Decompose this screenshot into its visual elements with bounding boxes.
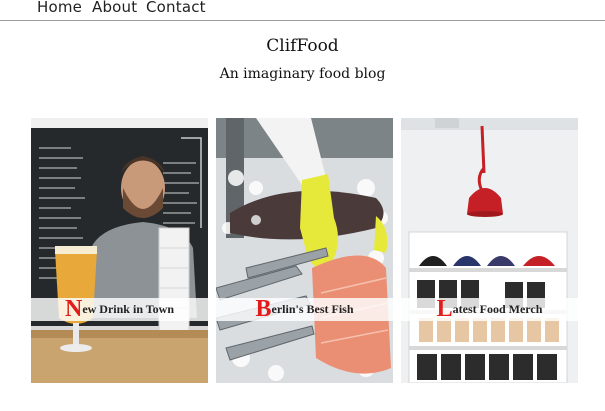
site-title: ClifFood [266, 36, 339, 56]
post-title-rest: atest Food Merch [452, 302, 543, 316]
post-title-initial: L [436, 296, 453, 322]
post-title-new-drink[interactable]: New Drink in Town [31, 296, 208, 322]
merch-shelf-photo [401, 118, 578, 383]
bartender-photo [31, 118, 208, 383]
post-title-rest: erlin's Best Fish [271, 302, 354, 316]
top-nav: Home About Contact [0, 0, 605, 21]
post-title-initial: N [64, 296, 83, 322]
post-card-food-merch[interactable]: Latest Food Merch [401, 118, 578, 383]
post-title-initial: B [255, 296, 272, 322]
nav-link-contact[interactable]: Contact [146, 0, 206, 16]
nav-link-about[interactable]: About [92, 0, 137, 16]
post-title-food-merch[interactable]: Latest Food Merch [401, 296, 578, 322]
site-tagline: An imaginary food blog [219, 66, 386, 82]
fish-photo [216, 118, 393, 383]
nav-link-home[interactable]: Home [37, 0, 82, 16]
post-card-new-drink[interactable]: New Drink in Town [31, 118, 208, 383]
post-title-best-fish[interactable]: Berlin's Best Fish [216, 296, 393, 322]
post-card-best-fish[interactable]: Berlin's Best Fish [216, 118, 393, 383]
post-title-rest: ew Drink in Town [82, 302, 175, 316]
